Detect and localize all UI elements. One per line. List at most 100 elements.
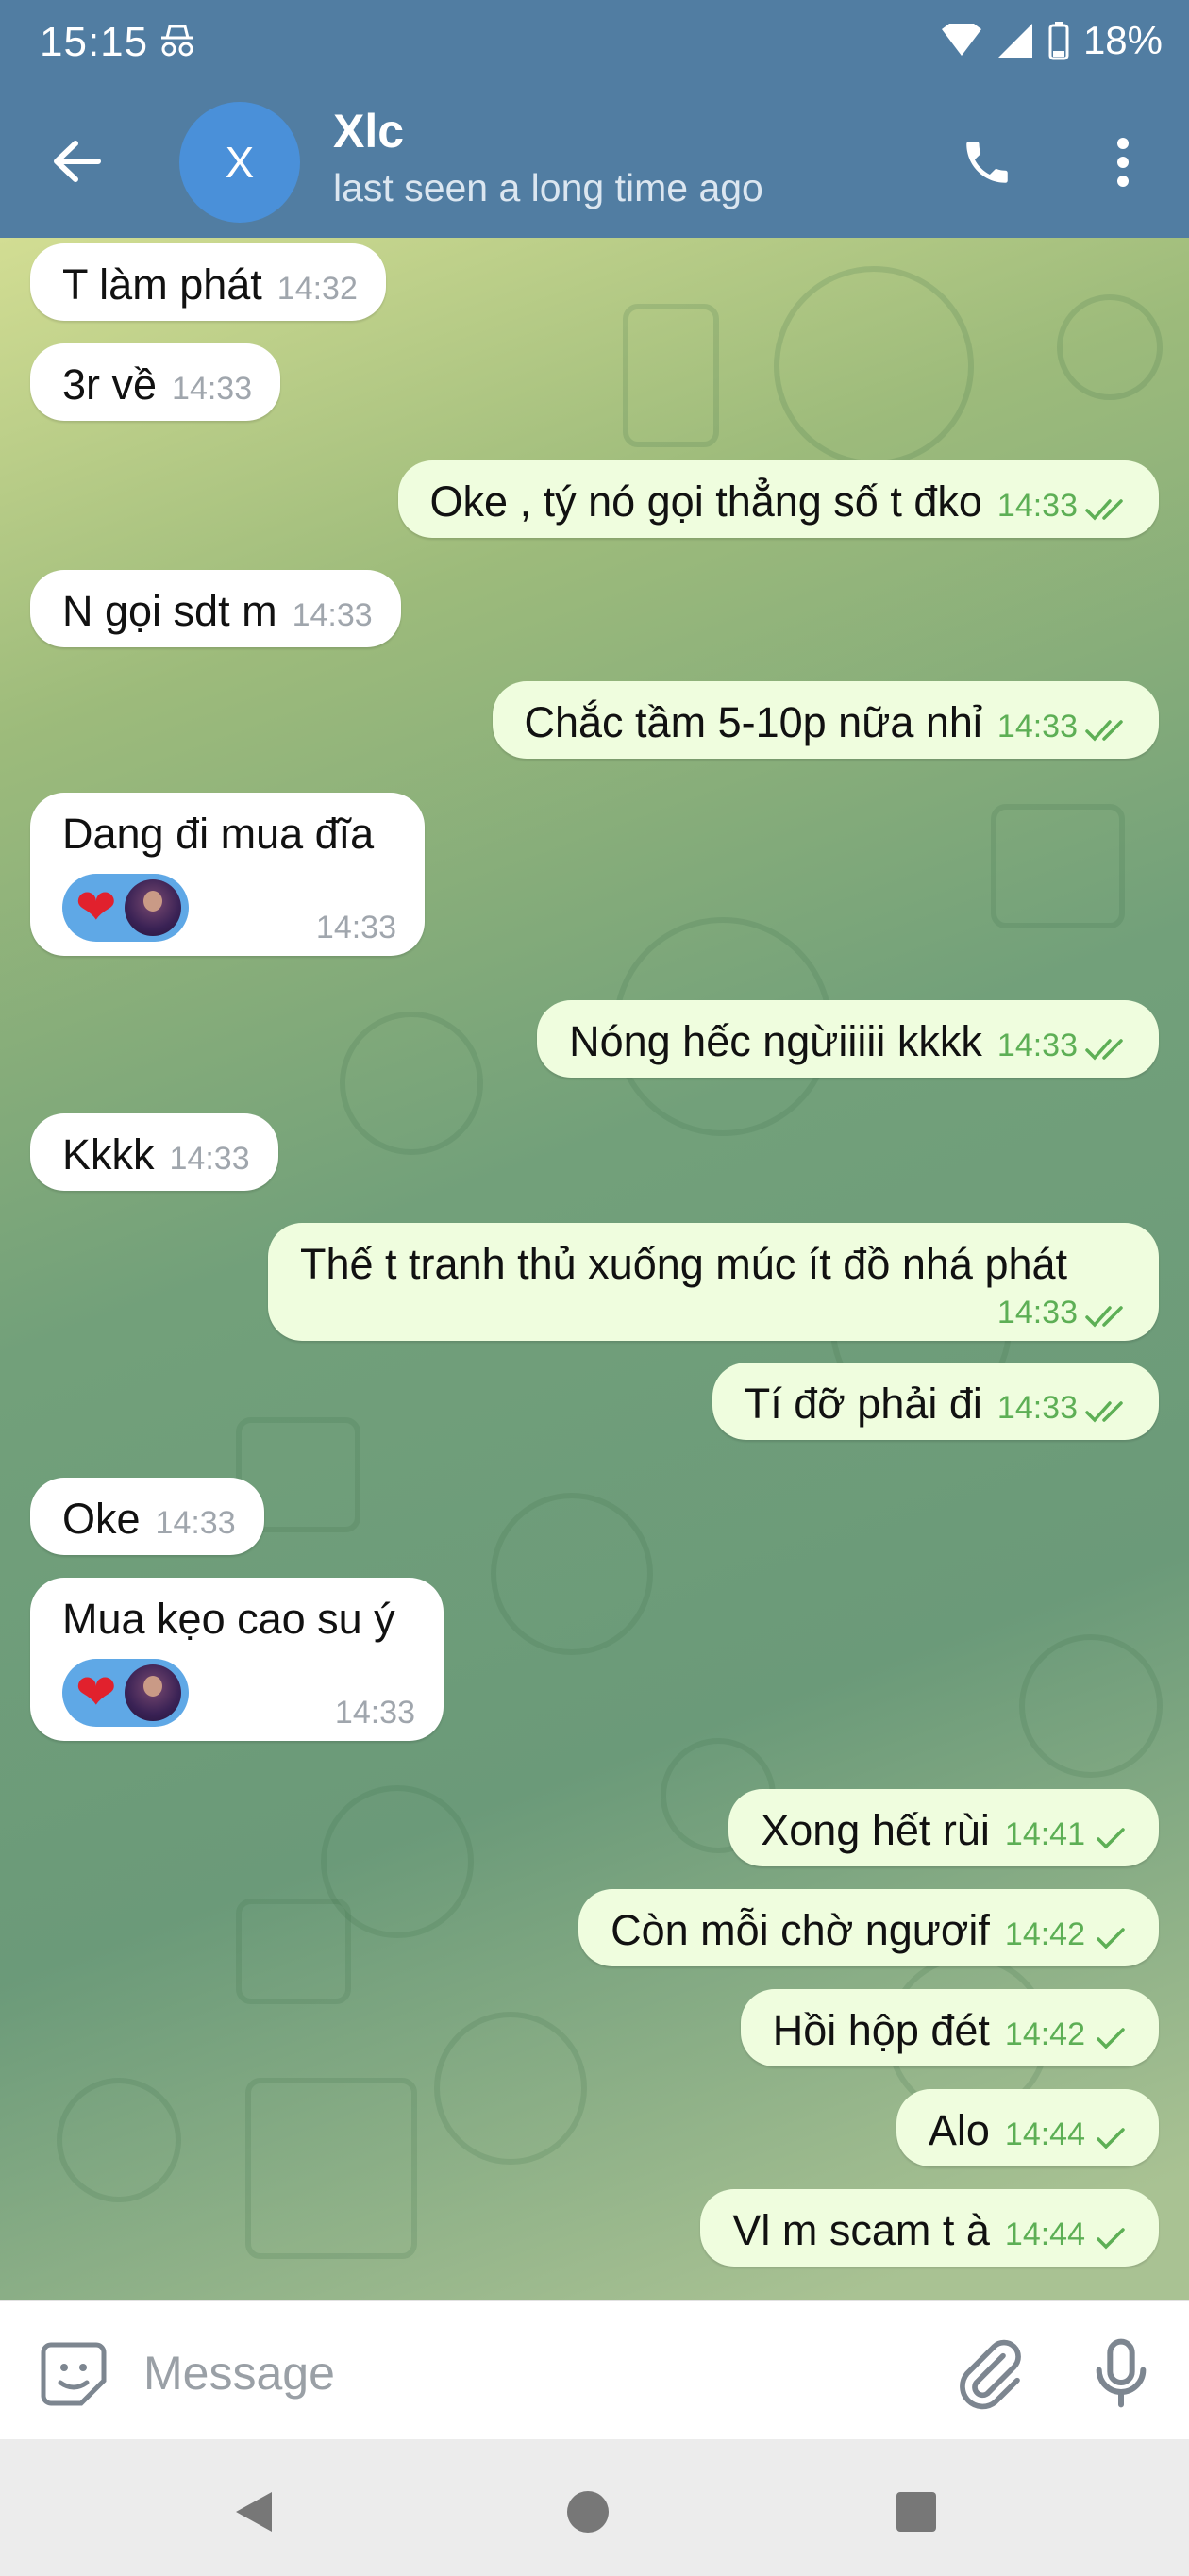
message-text: Oke (62, 1495, 141, 1543)
message-time: 14:41 (1004, 1816, 1085, 1852)
message-text: Alo (928, 2106, 990, 2154)
message-time: 14:33 (996, 1295, 1078, 1330)
message-time: 14:32 (276, 271, 358, 307)
signal-icon (997, 24, 1032, 58)
message-meta: 14:42 (1005, 2016, 1130, 2053)
message-outgoing[interactable]: Oke , tý nó gọi thẳng số t đko 14:33 (397, 460, 1159, 538)
message-text: Mua kẹo cao su ý (62, 1595, 395, 1643)
arrow-left-icon (54, 141, 101, 182)
check-icon (1097, 2228, 1125, 2250)
message-text: 3r về (62, 360, 158, 409)
reaction-user-avatar (124, 879, 181, 936)
message-outgoing[interactable]: Alo 14:44 (896, 2089, 1159, 2166)
nav-back-button[interactable] (221, 2479, 287, 2545)
nav-home-button[interactable] (555, 2479, 621, 2545)
wallpaper-doodle (623, 304, 719, 447)
message-text: Nóng hếc ngừiiiii kkkk (569, 1017, 982, 1065)
avatar[interactable]: X (179, 102, 300, 223)
wallpaper-doodle (491, 1493, 653, 1655)
status-indicators: 18% (940, 17, 1163, 64)
chat-header: X Xlc last seen a long time ago (0, 83, 1189, 238)
message-outgoing[interactable]: Chắc tầm 5-10p nữa nhỉ 14:33 (492, 681, 1159, 759)
message-meta: 14:44 (1005, 2216, 1130, 2253)
call-button[interactable] (949, 125, 1025, 200)
message-text: Kkkk (62, 1130, 155, 1179)
message-text: Chắc tầm 5-10p nữa nhỉ (524, 698, 982, 746)
message-outgoing[interactable]: Nóng hếc ngừiiiii kkkk 14:33 (537, 1000, 1159, 1078)
wallpaper-doodle (1019, 1634, 1163, 1778)
avatar-letter: X (225, 138, 255, 187)
wifi-icon (941, 24, 981, 56)
message-incoming[interactable]: Dang đi mua đĩa ❤ 14:33 (30, 793, 425, 956)
reaction-user-avatar (124, 1664, 181, 1721)
chat-name[interactable]: Xlc (333, 104, 404, 159)
message-input-bar (0, 2300, 1189, 2441)
microphone-icon[interactable] (1083, 2335, 1159, 2411)
double-check-icon (1085, 499, 1123, 521)
back-button[interactable] (42, 128, 113, 194)
message-text: T làm phát (62, 260, 262, 309)
message-input[interactable] (142, 2330, 900, 2417)
message-meta: 14:42 (1005, 1916, 1130, 1953)
message-outgoing[interactable]: Còn mỗi chờ ngươif 14:42 (578, 1889, 1159, 1966)
more-vert-icon (1117, 138, 1129, 187)
system-nav-bar (0, 2439, 1189, 2576)
reaction-emoji: ❤ (75, 880, 117, 935)
wallpaper-doodle (57, 2078, 181, 2202)
wallpaper-doodle (991, 804, 1125, 928)
message-meta: 14:44 (1005, 2116, 1130, 2153)
message-text: N gọi sdt m (62, 587, 277, 635)
message-text: Thế t tranh thủ xuống múc ít đồ nhá phát (300, 1240, 1068, 1288)
double-check-icon (1085, 720, 1123, 742)
message-outgoing[interactable]: Hồi hộp đét 14:42 (740, 1989, 1159, 2066)
chat-status: last seen a long time ago (333, 166, 763, 209)
message-incoming[interactable]: Kkkk 14:33 (30, 1113, 278, 1191)
message-outgoing[interactable]: Vl m scam t à 14:44 (700, 2189, 1159, 2267)
message-incoming[interactable]: N gọi sdt m 14:33 (30, 570, 401, 647)
wallpaper-doodle (1057, 294, 1163, 400)
check-icon (1097, 2028, 1125, 2049)
message-meta: 14:33 (300, 1295, 1130, 1331)
message-text: Vl m scam t à (732, 2206, 990, 2254)
message-incoming[interactable]: Mua kẹo cao su ý ❤ 14:33 (30, 1578, 444, 1741)
check-icon (1097, 2128, 1125, 2149)
message-meta: 14:33 (997, 1028, 1130, 1064)
message-time: 14:42 (1004, 2016, 1085, 2052)
more-button[interactable] (1085, 125, 1161, 200)
message-outgoing[interactable]: Tí đỡ phải đi 14:33 (712, 1363, 1159, 1440)
message-time: 14:33 (172, 371, 253, 407)
message-text: Dang đi mua đĩa (62, 810, 375, 858)
wallpaper-doodle (434, 2012, 587, 2165)
message-time: 14:33 (996, 1390, 1078, 1426)
message-meta: 14:33 (997, 488, 1130, 525)
message-time: 14:44 (1004, 2116, 1085, 2152)
message-text: Oke , tý nó gọi thẳng số t đko (429, 477, 982, 526)
message-text: Xong hết rùi (761, 1806, 990, 1854)
wallpaper-doodle (340, 1012, 483, 1155)
message-incoming[interactable]: 3r về 14:33 (30, 343, 281, 421)
message-outgoing[interactable]: Xong hết rùi 14:41 (728, 1789, 1159, 1866)
double-check-icon (1085, 1401, 1123, 1423)
message-time: 14:33 (996, 488, 1078, 524)
sticker-emoji-icon[interactable] (38, 2337, 109, 2409)
attach-icon[interactable] (951, 2335, 1027, 2411)
message-incoming[interactable]: Oke 14:33 (30, 1478, 264, 1555)
battery-percent: 18% (1082, 18, 1163, 62)
wallpaper-doodle (245, 2078, 417, 2259)
check-icon (1097, 1828, 1125, 1849)
status-bar: 15:15 18% (0, 0, 1189, 83)
message-incoming[interactable]: T làm phát 14:32 (30, 243, 386, 321)
message-meta: 14:41 (1005, 1816, 1130, 1853)
status-time: 15:15 (40, 19, 149, 65)
double-check-icon (1085, 1039, 1123, 1061)
message-meta: 14:33 (997, 1390, 1130, 1427)
message-time: 14:33 (155, 1505, 236, 1541)
message-outgoing[interactable]: Thế t tranh thủ xuống múc ít đồ nhá phát… (268, 1223, 1159, 1341)
message-text: Hồi hộp đét (772, 2006, 990, 2054)
chat-area[interactable]: T làm phát 14:32 3r về 14:33 Oke , tý nó g… (0, 238, 1189, 2300)
wallpaper-doodle (236, 1899, 351, 2004)
nav-recents-button[interactable] (883, 2479, 949, 2545)
message-text: Tí đỡ phải đi (744, 1380, 982, 1428)
phone-icon (966, 142, 1008, 183)
message-time: 14:33 (169, 1141, 250, 1177)
